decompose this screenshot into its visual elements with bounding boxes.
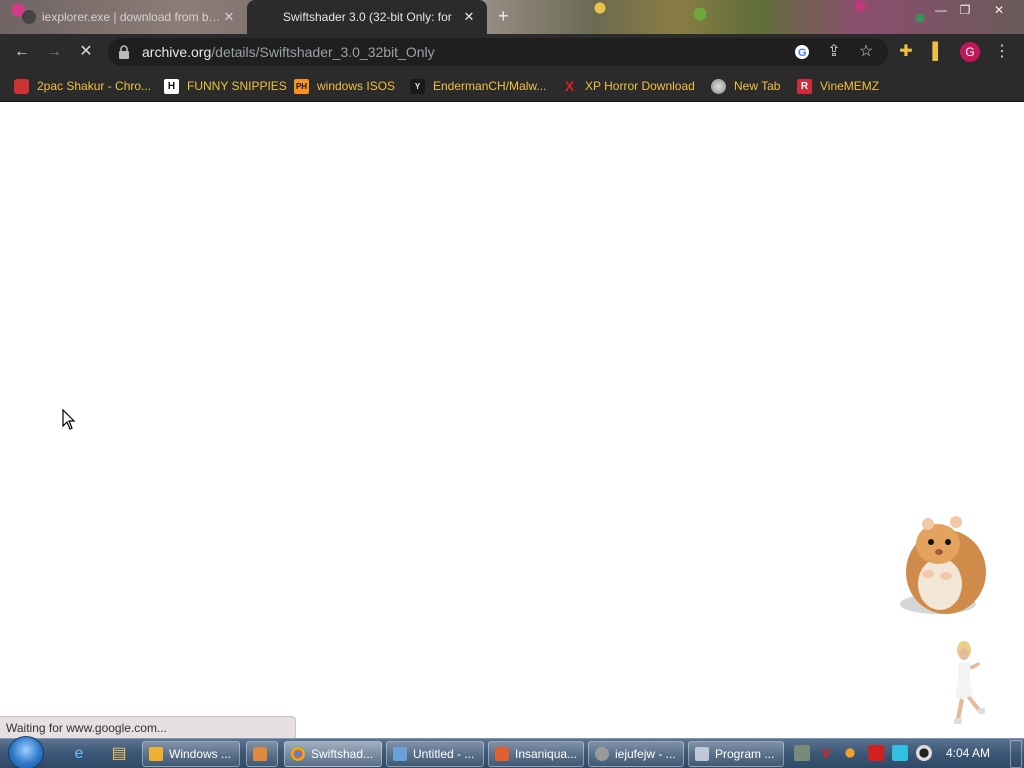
taskbar-item-label: Untitled - ... bbox=[413, 747, 475, 761]
dancer-sprite bbox=[954, 641, 985, 724]
close-window-icon[interactable]: ✕ bbox=[988, 2, 1010, 18]
tab-favicon bbox=[22, 10, 36, 24]
svg-text:G: G bbox=[798, 47, 807, 59]
url-host: archive.org bbox=[142, 44, 212, 60]
bookmark-label: 2pac Shakur - Chro... bbox=[37, 79, 152, 93]
url-text: archive.org/details/Swiftshader_3.0_32bi… bbox=[142, 44, 435, 60]
bookmark-label: XP Horror Download bbox=[585, 79, 695, 93]
stop-loading-icon[interactable]: ✕ bbox=[76, 42, 96, 62]
tray-network-icon[interactable] bbox=[892, 745, 908, 761]
bookmark-label: EndermanCH/Malw... bbox=[433, 79, 547, 93]
lock-icon bbox=[119, 45, 129, 59]
app-icon bbox=[253, 747, 267, 761]
tab-title: Swiftshader 3.0 (32-bit Only: for bbox=[283, 10, 452, 24]
forward-arrow-icon[interactable]: → bbox=[44, 42, 64, 62]
back-arrow-icon[interactable]: ← bbox=[12, 42, 32, 62]
x-icon: X bbox=[564, 78, 575, 94]
bookmark-label: windows ISOS bbox=[317, 79, 396, 93]
tray-app-icon[interactable] bbox=[794, 745, 810, 761]
tray-v-icon[interactable]: V bbox=[818, 745, 834, 761]
h-icon: H bbox=[164, 78, 179, 94]
r-icon: R bbox=[797, 78, 812, 94]
taskbar-item-label: Swiftshad... bbox=[311, 747, 374, 761]
file-explorer-icon[interactable]: ▤ bbox=[108, 743, 130, 765]
url-path: /details/Swiftshader_3.0_32bit_Only bbox=[211, 44, 435, 60]
taskbar-item-label: Program ... bbox=[715, 747, 775, 761]
gear-icon bbox=[595, 747, 609, 761]
taskbar-clock[interactable]: 4:04 AM bbox=[946, 746, 990, 760]
chrome-icon bbox=[291, 747, 305, 761]
close-tab-icon[interactable]: ✕ bbox=[461, 9, 477, 25]
new-tab-button[interactable]: + bbox=[498, 6, 509, 27]
status-bubble: Waiting for www.google.com... bbox=[0, 716, 296, 738]
bookmark-vinememz[interactable]: R VineMEMZ bbox=[797, 76, 879, 96]
tray-flag-icon[interactable] bbox=[868, 745, 884, 761]
bookmark-star-icon[interactable]: ☆ bbox=[856, 42, 876, 62]
windows-taskbar: e ▤ Windows ... Swiftshad... Untitled - … bbox=[0, 736, 1024, 768]
taskbar-item-untitled[interactable]: Untitled - ... bbox=[386, 741, 484, 767]
browser-tab-strip: iexplorer.exe | download from bas ✕ Swif… bbox=[0, 0, 1024, 34]
hamster-sprite bbox=[900, 516, 986, 614]
taskbar-item-windows[interactable]: Windows ... bbox=[142, 741, 240, 767]
restore-icon[interactable]: ❐ bbox=[954, 2, 976, 18]
bookmark-new-tab[interactable]: New Tab bbox=[711, 76, 780, 96]
taskbar-item-label: Insaniqua... bbox=[515, 747, 578, 761]
taskbar-item-iejufejw[interactable]: iejufejw - ... bbox=[588, 741, 684, 767]
address-bar[interactable]: archive.org/details/Swiftshader_3.0_32bi… bbox=[108, 38, 888, 66]
share-icon[interactable]: ⇪ bbox=[824, 42, 844, 62]
side-panel-icon[interactable]: ▌ bbox=[928, 42, 948, 62]
taskbar-item-program[interactable]: Program ... bbox=[688, 741, 784, 767]
bookmark-xp-horror[interactable]: X XP Horror Download bbox=[562, 76, 695, 96]
bookmark-label: New Tab bbox=[734, 79, 781, 93]
close-tab-icon[interactable]: ✕ bbox=[221, 9, 237, 25]
taskbar-item-label: Windows ... bbox=[169, 747, 232, 761]
bookmark-icon bbox=[14, 78, 29, 94]
y-icon: Y bbox=[410, 78, 425, 94]
tab-swiftshader[interactable]: Swiftshader 3.0 (32-bit Only: for ✕ bbox=[247, 0, 487, 34]
bookmark-label: FUNNY SNIPPIES bbox=[187, 79, 287, 93]
taskbar-item-pinned-app[interactable] bbox=[246, 741, 278, 767]
profile-avatar[interactable]: G bbox=[960, 42, 980, 62]
notepad-icon bbox=[393, 747, 407, 761]
browser-toolbar: ← → ✕ archive.org/details/Swiftshader_3.… bbox=[0, 34, 1024, 70]
taskbar-item-insaniqua[interactable]: Insaniqua... bbox=[488, 741, 584, 767]
bookmark-endermanch[interactable]: Y EndermanCH/Malw... bbox=[410, 76, 546, 96]
taskbar-item-label: iejufejw - ... bbox=[615, 747, 676, 761]
ph-icon: PH bbox=[294, 78, 309, 94]
internet-explorer-icon[interactable]: e bbox=[68, 743, 90, 765]
tray-volume-icon[interactable] bbox=[916, 745, 932, 761]
bookmark-windows-isos[interactable]: PH windows ISOS bbox=[294, 76, 395, 96]
mouse-pointer-icon bbox=[62, 409, 76, 430]
start-orb-icon[interactable] bbox=[8, 736, 44, 768]
google-lens-icon[interactable]: G bbox=[794, 44, 810, 60]
tab-iexplorer[interactable]: iexplorer.exe | download from bas ✕ bbox=[12, 0, 247, 34]
more-menu-icon[interactable]: ⋮ bbox=[992, 42, 1012, 62]
bookmark-funny-snippies[interactable]: H FUNNY SNIPPIES bbox=[164, 76, 287, 96]
bookmark-label: VineMEMZ bbox=[820, 79, 880, 93]
media-player-icon bbox=[149, 747, 163, 761]
page-content bbox=[0, 103, 1024, 735]
taskbar-item-swiftshader[interactable]: Swiftshad... bbox=[284, 741, 382, 767]
show-desktop-button[interactable] bbox=[1010, 740, 1022, 768]
minimize-icon[interactable]: — bbox=[930, 2, 952, 18]
tab-title: iexplorer.exe | download from bas bbox=[42, 10, 221, 24]
tray-search-icon[interactable] bbox=[842, 745, 858, 761]
bookmarks-bar: 2pac Shakur - Chro... H FUNNY SNIPPIES P… bbox=[0, 70, 1024, 102]
app-icon bbox=[495, 747, 509, 761]
window-icon bbox=[695, 747, 709, 761]
bookmark-2pac[interactable]: 2pac Shakur - Chro... bbox=[14, 76, 151, 96]
extensions-icon[interactable]: ✚ bbox=[896, 42, 916, 62]
globe-icon bbox=[711, 78, 726, 94]
